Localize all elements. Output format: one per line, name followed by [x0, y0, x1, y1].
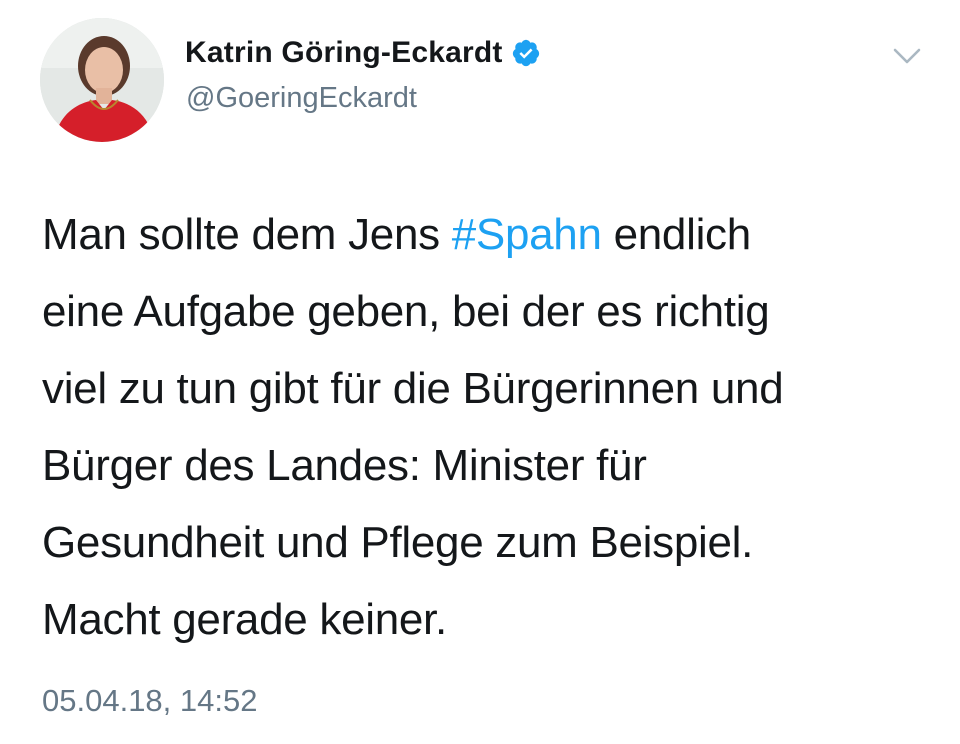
tweet-text-line: Bürger des Landes: Minister für: [42, 441, 647, 490]
avatar[interactable]: [40, 18, 164, 142]
tweet-menu-button[interactable]: [885, 40, 929, 76]
tweet-text-line: Gesundheit und Pflege zum Beispiel.: [42, 518, 754, 567]
tweet-text-line: viel zu tun gibt für die Bürgerinnen und: [42, 364, 784, 413]
profile-photo-icon: [40, 18, 164, 142]
tweet-card: Katrin Göring-Eckardt @GoeringEckardt Ma…: [0, 0, 960, 744]
verified-badge-icon: [511, 38, 541, 68]
tweet-text-line: Macht gerade keiner.: [42, 595, 447, 644]
display-name[interactable]: Katrin Göring-Eckardt: [185, 36, 503, 70]
tweet-text-segment: endlich: [601, 210, 752, 259]
tweet-text-line: eine Aufgabe geben, bei der es richtig: [42, 287, 770, 336]
tweet-text-line: Man sollte dem Jens #Spahn endlich: [42, 196, 922, 273]
tweet-text-segment: Man sollte dem Jens: [42, 210, 452, 259]
chevron-down-icon: [892, 47, 922, 70]
author-handle[interactable]: @GoeringEckardt: [186, 82, 417, 115]
tweet-timestamp[interactable]: 05.04.18, 14:52: [42, 683, 257, 719]
author-name-row[interactable]: Katrin Göring-Eckardt: [185, 36, 541, 70]
hashtag-link[interactable]: #Spahn: [452, 210, 602, 259]
tweet-text: Man sollte dem Jens #Spahn endlich eine …: [42, 196, 922, 658]
